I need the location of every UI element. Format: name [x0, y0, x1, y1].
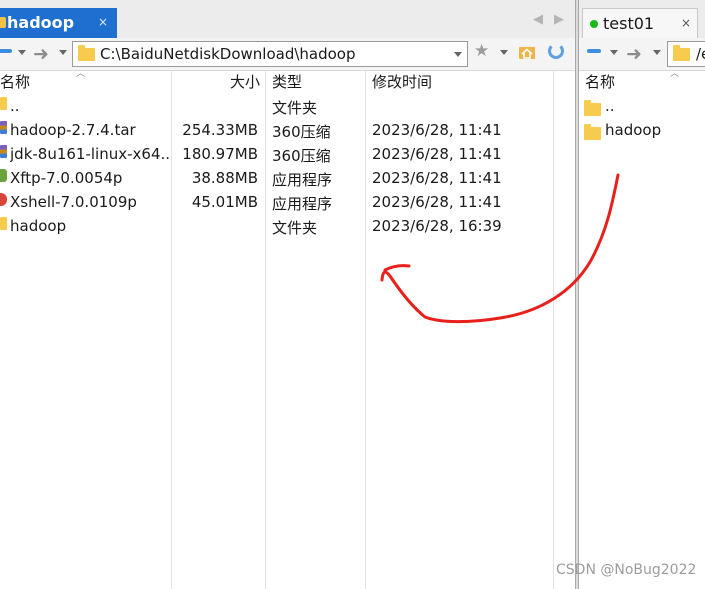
column-header-name[interactable]: 名称 — [0, 71, 30, 95]
file-name: hadoop — [10, 217, 67, 235]
back-dropdown-icon[interactable] — [18, 50, 26, 55]
tab-label: hadoop — [7, 13, 75, 32]
file-type: 360压缩 — [272, 147, 331, 165]
file-type: 360压缩 — [272, 123, 331, 141]
close-icon[interactable]: × — [681, 16, 691, 30]
file-modified: 2023/6/28, 11:41 — [372, 169, 502, 187]
address-path: /e — [696, 45, 705, 63]
folder-icon — [584, 100, 601, 116]
close-icon[interactable]: × — [98, 15, 108, 29]
tab-hadoop[interactable]: hadoop × — [0, 8, 117, 38]
file-name: jdk-8u161-linux-x64... — [10, 145, 170, 163]
remote-file-row[interactable]: .. — [583, 97, 703, 121]
remote-file-row[interactable]: hadoop — [583, 121, 703, 145]
file-type: 应用程序 — [272, 195, 333, 213]
file-name: .. — [10, 97, 20, 115]
folder-icon — [0, 97, 7, 110]
file-type: 文件夹 — [272, 219, 318, 237]
forward-arrow-icon[interactable]: ➜ — [33, 43, 49, 65]
bookmark-dropdown-icon[interactable] — [500, 50, 508, 55]
tab-label: test01 — [603, 14, 655, 33]
tab-scroll-right-icon[interactable]: ▶ — [554, 12, 564, 27]
file-size: 45.01MB — [191, 193, 258, 211]
file-row[interactable]: .. 文件夹 — [0, 97, 553, 121]
back-arrow-icon[interactable] — [587, 49, 601, 53]
column-header-name[interactable]: 名称 — [585, 71, 615, 95]
tab-scroll-left-icon[interactable]: ◀ — [533, 12, 543, 27]
folder-tab-icon — [0, 17, 6, 28]
address-bar[interactable]: C:\BaiduNetdiskDownload\hadoop — [72, 41, 468, 67]
archive-icon — [0, 121, 7, 134]
column-divider — [553, 71, 554, 589]
column-header-modified[interactable]: 修改时间 — [372, 71, 432, 95]
file-type: 应用程序 — [272, 171, 333, 189]
address-path: C:\BaiduNetdiskDownload\hadoop — [100, 45, 356, 63]
file-modified: 2023/6/28, 16:39 — [372, 217, 502, 235]
folder-icon — [0, 217, 7, 230]
forward-dropdown-icon[interactable] — [59, 50, 67, 55]
file-modified: 2023/6/28, 11:41 — [372, 145, 502, 163]
column-header-type[interactable]: 类型 — [272, 71, 302, 95]
file-size: 180.97MB — [182, 145, 258, 163]
file-name: Xshell-7.0.0109p — [10, 193, 137, 211]
file-name: Xftp-7.0.0054p — [10, 169, 123, 187]
watermark: CSDN @NoBug2022 — [556, 562, 697, 578]
tab-test01[interactable]: test01 × — [582, 8, 698, 38]
xshell-installer-icon — [0, 193, 7, 206]
folder-icon — [584, 124, 601, 140]
home-folder-icon[interactable] — [518, 44, 536, 60]
file-modified: 2023/6/28, 11:41 — [372, 193, 502, 211]
sort-ascending-icon: ︿ — [670, 69, 680, 79]
file-name: hadoop — [605, 121, 662, 139]
folder-icon — [78, 45, 95, 61]
file-size: 38.88MB — [191, 169, 258, 187]
back-arrow-icon[interactable] — [0, 49, 12, 53]
file-type: 文件夹 — [272, 99, 318, 117]
file-modified: 2023/6/28, 11:41 — [372, 121, 502, 139]
folder-icon — [673, 45, 690, 61]
pane-splitter[interactable] — [575, 0, 579, 589]
forward-arrow-icon[interactable]: ➜ — [626, 43, 642, 65]
file-row[interactable]: jdk-8u161-linux-x64... 180.97MB 360压缩 20… — [0, 145, 553, 169]
connected-status-icon — [590, 20, 598, 28]
file-row[interactable]: Xshell-7.0.0109p 45.01MB 应用程序 2023/6/28,… — [0, 193, 553, 217]
forward-dropdown-icon[interactable] — [653, 50, 661, 55]
bookmark-star-icon[interactable]: ★ — [474, 41, 489, 61]
back-dropdown-icon[interactable] — [610, 50, 618, 55]
sort-ascending-icon: ︿ — [76, 69, 86, 79]
file-row[interactable]: hadoop 文件夹 2023/6/28, 16:39 — [0, 217, 553, 241]
refresh-icon[interactable] — [548, 43, 564, 59]
file-row[interactable]: Xftp-7.0.0054p 38.88MB 应用程序 2023/6/28, 1… — [0, 169, 553, 193]
column-header-size[interactable]: 大小 — [230, 71, 260, 95]
xftp-installer-icon — [0, 169, 7, 182]
address-dropdown-icon[interactable] — [454, 52, 462, 57]
file-name: hadoop-2.7.4.tar — [10, 121, 136, 139]
archive-icon — [0, 145, 7, 158]
remote-address-bar[interactable]: /e — [667, 41, 705, 67]
file-size: 254.33MB — [182, 121, 258, 139]
file-name: .. — [605, 97, 615, 115]
file-row[interactable]: hadoop-2.7.4.tar 254.33MB 360压缩 2023/6/2… — [0, 121, 553, 145]
